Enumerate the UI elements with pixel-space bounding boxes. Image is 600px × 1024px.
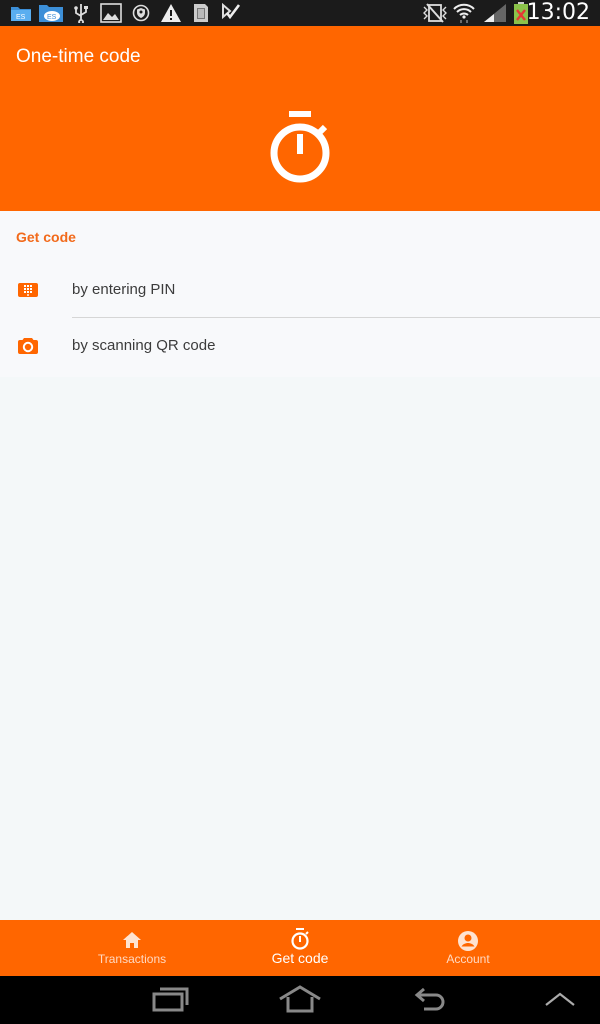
page-title: One-time code	[16, 46, 141, 67]
list-item-label: by entering PIN	[72, 281, 176, 298]
clock: 13:02	[526, 0, 590, 25]
svg-text:ES: ES	[16, 14, 26, 21]
nav-tab-get-code[interactable]: Get code	[216, 920, 384, 976]
home-button[interactable]	[275, 984, 325, 1018]
home-icon	[121, 930, 143, 950]
mute-vibrate-icon	[422, 3, 448, 23]
back-icon	[412, 986, 448, 1017]
account-circle-icon	[457, 930, 479, 951]
warning-icon	[160, 3, 182, 23]
task-check-icon	[220, 3, 242, 23]
status-bar: ES ES 13:02	[0, 0, 600, 26]
es-file-explorer-icon: ES	[10, 3, 32, 23]
expand-button[interactable]	[535, 984, 585, 1018]
svg-text:ES: ES	[47, 14, 57, 21]
usb-icon	[72, 3, 90, 23]
back-button[interactable]	[405, 984, 455, 1018]
stopwatch-icon	[267, 111, 333, 183]
nav-tab-account[interactable]: Account	[384, 920, 552, 976]
dialpad-icon	[18, 280, 38, 300]
recent-apps-icon	[151, 986, 191, 1017]
nav-label: Transactions	[97, 952, 167, 966]
es-cloud-icon: ES	[38, 3, 64, 23]
signal-icon	[482, 3, 508, 23]
camera-icon	[18, 336, 38, 356]
list-item-entering-pin[interactable]: by entering PIN	[0, 262, 600, 318]
list-item-scanning-qr[interactable]: by scanning QR code	[0, 318, 600, 374]
sd-card-icon	[192, 3, 210, 23]
app-bar: One-time code	[0, 26, 600, 211]
home-outline-icon	[278, 984, 322, 1018]
recent-apps-button[interactable]	[146, 984, 196, 1018]
image-icon	[100, 3, 122, 23]
chevron-up-icon	[544, 990, 576, 1013]
wifi-icon	[452, 3, 476, 23]
bottom-navigation: Transactions Get code Account	[0, 920, 600, 976]
vpn-shield-icon	[132, 3, 150, 23]
nav-label: Get code	[271, 950, 329, 966]
system-navigation-bar	[0, 976, 600, 1024]
get-code-section: Get code by entering PIN by scanning QR	[0, 211, 600, 377]
nav-tab-transactions[interactable]: Transactions	[48, 920, 216, 976]
section-header: Get code	[16, 229, 76, 245]
nav-label: Account	[446, 952, 490, 966]
list-item-label: by scanning QR code	[72, 337, 216, 354]
stopwatch-icon	[289, 928, 311, 950]
